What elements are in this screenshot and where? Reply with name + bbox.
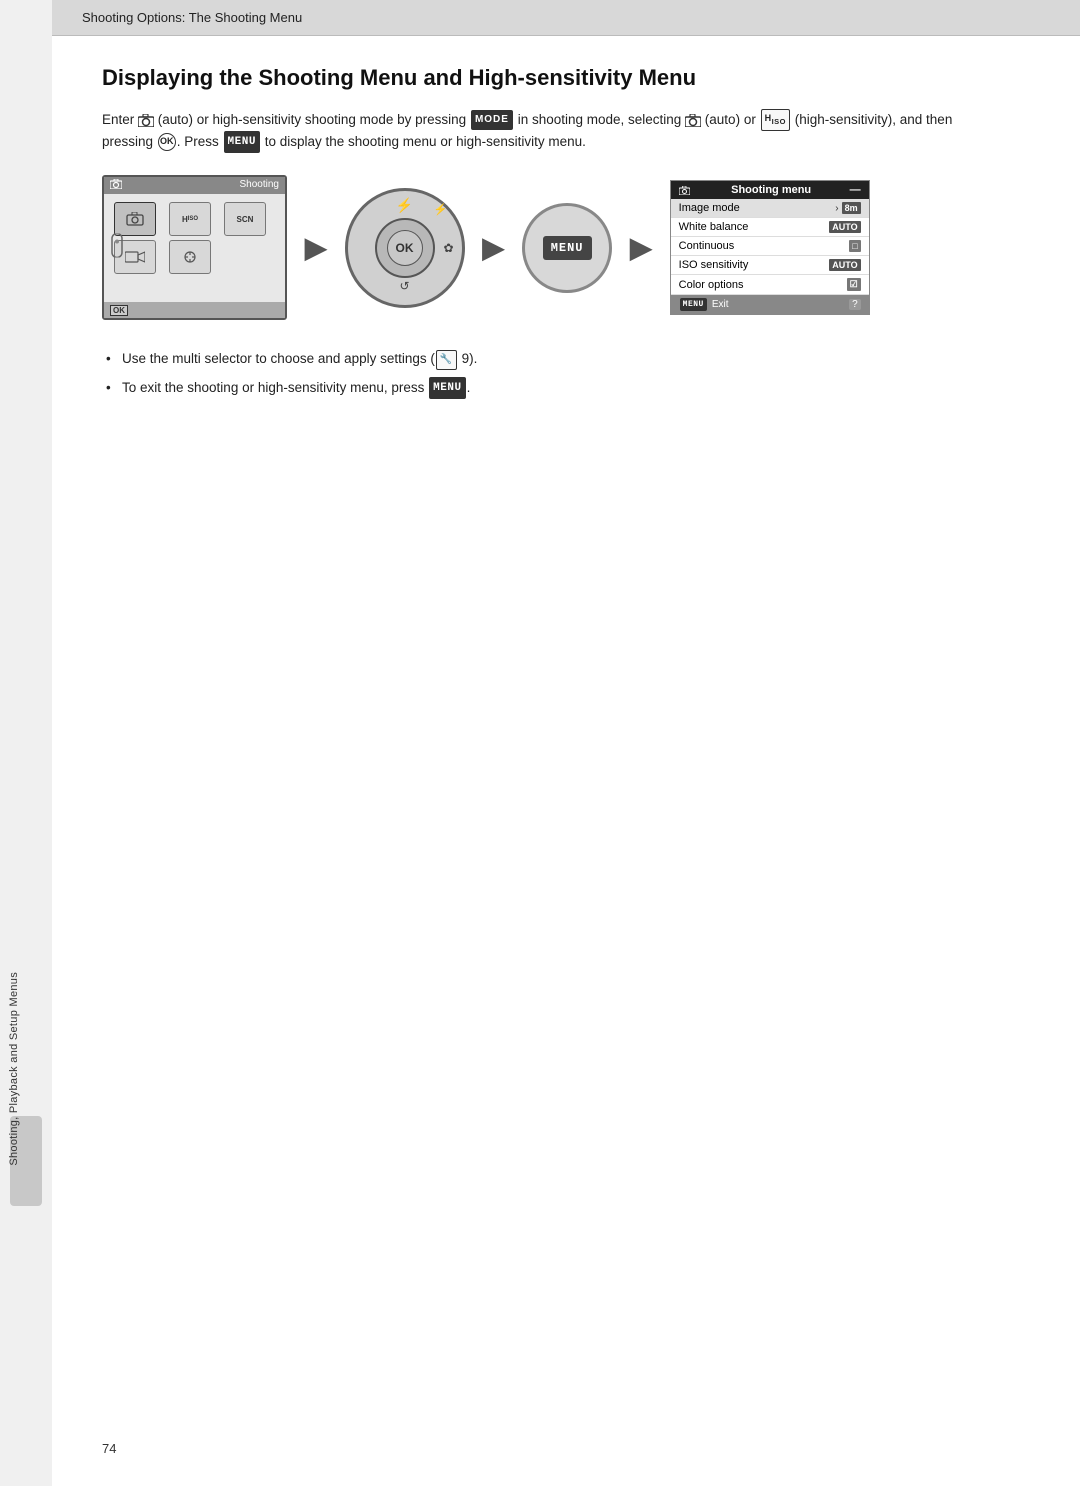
cam-icon-scene: SCN	[224, 202, 266, 236]
main-content: Shooting Options: The Shooting Menu Disp…	[52, 0, 1080, 1486]
camera-screen-mockup: Shooting HISO SCN	[102, 175, 287, 320]
menu-button-mockup: MENU	[522, 203, 612, 293]
bullet-item-1: Use the multi selector to choose and app…	[102, 348, 1030, 370]
sm-label-image-mode: Image mode	[679, 202, 740, 214]
dial-flash-icon: ⚡	[434, 203, 448, 216]
arrow-3: ▶	[630, 231, 652, 264]
sidebar: Shooting, Playback and Setup Menus	[0, 0, 52, 1486]
cam-mode-icon	[110, 179, 122, 192]
sm-label-color: Color options	[679, 279, 744, 291]
bullet-list: Use the multi selector to choose and app…	[102, 348, 1030, 399]
dial-inner: OK	[375, 218, 435, 278]
diagram-row: Shooting HISO SCN	[102, 175, 1030, 320]
page-wrapper: Shooting Options: The Shooting Menu Disp…	[52, 0, 1080, 1486]
arrow-1: ▶	[305, 231, 327, 264]
sm-footer: MENU Exit ?	[671, 295, 869, 314]
dial-mockup: ⚡ ⚡ OK ↺ ✿	[345, 188, 465, 308]
bullet-item-2: To exit the shooting or high-sensitivity…	[102, 377, 1030, 400]
sm-label-iso: ISO sensitivity	[679, 259, 749, 271]
bullet1-ref: 9).	[458, 351, 478, 366]
sm-footer-exit-label: Exit	[712, 299, 729, 310]
sm-row-continuous: Continuous □	[671, 237, 869, 256]
sm-camera-icon	[679, 184, 693, 196]
shooting-menu-mockup: Shooting menu — Image mode › 8m White ba…	[670, 180, 870, 315]
page-area: Displaying the Shooting Menu and High-se…	[52, 36, 1080, 1486]
header-bar: Shooting Options: The Shooting Menu	[52, 0, 1080, 36]
cam-bottom-bar: OK	[104, 302, 285, 318]
sm-badge-iso: AUTO	[829, 259, 860, 271]
arrow-2: ▶	[483, 231, 505, 264]
bullet2-end: .	[467, 380, 471, 395]
bullet1-text: Use the multi selector to choose and app…	[122, 351, 435, 366]
sm-badge-white-balance: AUTO	[829, 221, 860, 233]
sm-badge-image-mode: 8m	[842, 202, 861, 214]
sm-row-iso: ISO sensitivity AUTO	[671, 256, 869, 275]
cam-icon-extra	[169, 240, 211, 274]
ref-icon: 🔧	[436, 350, 457, 371]
sm-row-white-balance: White balance AUTO	[671, 218, 869, 237]
dial-self-timer: ↺	[400, 279, 410, 293]
dial-top-flash: ⚡	[396, 197, 413, 214]
cam-screen-label: Shooting	[240, 179, 279, 192]
mode-button-icon: MODE	[471, 110, 513, 131]
cam-screen-icons-grid: HISO SCN	[104, 194, 285, 274]
bullet2-text: To exit the shooting or high-sensitivity…	[122, 380, 428, 395]
sm-footer-help: ?	[849, 299, 861, 310]
cam-left-icon	[110, 233, 124, 262]
breadcrumb: Shooting Options: The Shooting Menu	[82, 10, 302, 25]
menu-button-label: MENU	[224, 131, 260, 153]
cam-ok-label: OK	[110, 305, 128, 316]
dial-macro-icon: ✿	[443, 241, 453, 255]
sm-label-white-balance: White balance	[679, 221, 749, 233]
sm-header-icon: —	[850, 184, 861, 196]
camera-icon	[138, 114, 154, 127]
menu-btn-bullet2: MENU	[429, 377, 465, 399]
sm-badge-color: ☑	[847, 278, 861, 291]
body-paragraph: Enter (auto) or high-sensitivity shootin…	[102, 109, 982, 154]
sm-label-continuous: Continuous	[679, 240, 735, 252]
hiso-icon: HISO	[761, 109, 790, 130]
page-title: Displaying the Shooting Menu and High-se…	[102, 64, 1030, 93]
sm-arrow-image-mode: ›	[835, 203, 838, 214]
sm-row-image-mode: Image mode › 8m	[671, 199, 869, 218]
cam-screen-top-bar: Shooting	[104, 177, 285, 194]
sm-row-color: Color options ☑	[671, 275, 869, 295]
sm-badge-continuous: □	[849, 240, 860, 252]
page-number: 74	[102, 1441, 116, 1456]
sm-header: Shooting menu —	[671, 181, 869, 199]
cam-icon-hiso: HISO	[169, 202, 211, 236]
camera-icon-2	[685, 114, 701, 127]
ok-circle-icon: OK	[158, 133, 176, 151]
dial-ok-label: OK	[387, 230, 423, 266]
cam-icon-auto	[114, 202, 156, 236]
sidebar-label: Shooting, Playback and Setup Menus	[8, 972, 20, 1166]
sm-title: Shooting menu	[731, 184, 811, 196]
sm-footer-menu-icon: MENU	[680, 298, 707, 311]
menu-button-inner-label: MENU	[543, 236, 592, 260]
